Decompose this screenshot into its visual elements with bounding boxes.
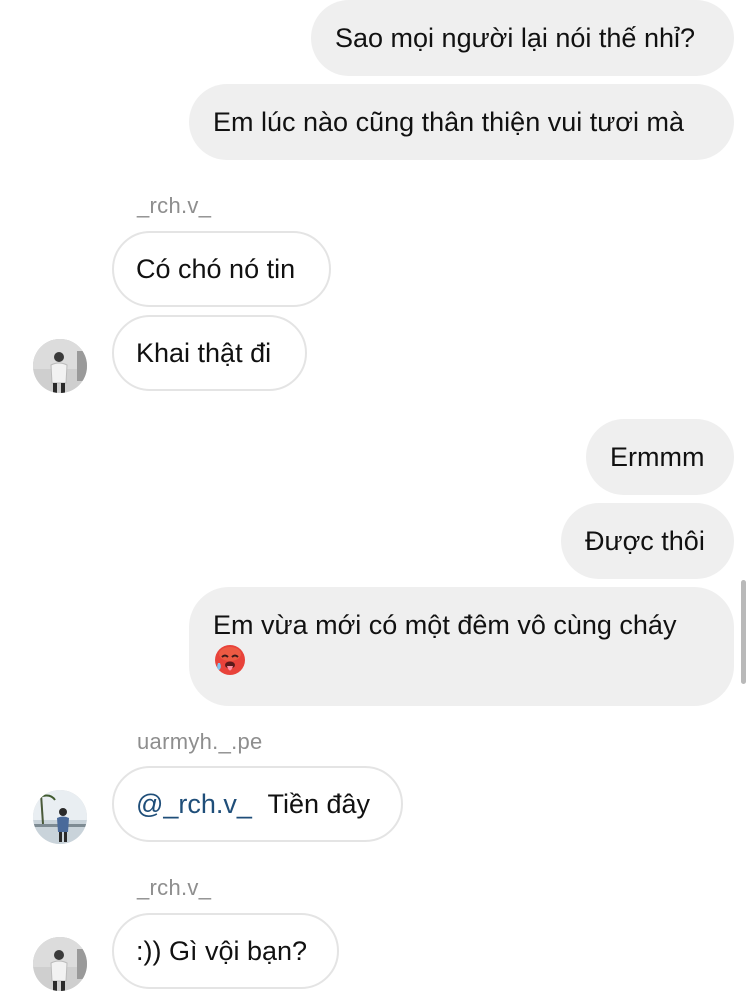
message-text: Tiền đây xyxy=(267,789,371,819)
message-bubble-incoming[interactable]: Khai thật đi xyxy=(112,315,307,391)
sender-name: _rch.v_ xyxy=(137,193,212,218)
message-bubble-incoming[interactable]: Có chó nó tin xyxy=(112,231,331,307)
message-bubble-outgoing[interactable]: Em vừa mới có một đêm vô cùng cháy xyxy=(189,587,734,706)
message-bubble-outgoing[interactable]: Được thôi xyxy=(561,503,734,579)
message-text: Khai thật đi xyxy=(136,338,272,368)
message-text: Được thôi xyxy=(585,526,705,556)
message-bubble-outgoing[interactable]: Sao mọi người lại nói thế nhỉ? xyxy=(311,0,734,76)
sender-name: uarmyh._.pe xyxy=(137,729,263,754)
avatar[interactable] xyxy=(33,937,87,991)
mention-link[interactable]: @_rch.v_ xyxy=(136,789,252,819)
user-avatar-icon xyxy=(33,339,87,393)
avatar[interactable] xyxy=(33,339,87,393)
message-text: Sao mọi người lại nói thế nhỉ? xyxy=(335,23,695,53)
message-text: Có chó nó tin xyxy=(136,254,296,284)
message-bubble-incoming[interactable]: @_rch.v_ Tiền đây xyxy=(112,766,403,842)
scrollbar-thumb[interactable] xyxy=(741,580,746,684)
message-text: Em vừa mới có một đêm vô cùng cháy xyxy=(213,610,677,640)
sender-name: _rch.v_ xyxy=(137,875,212,900)
message-bubble-outgoing[interactable]: Em lúc nào cũng thân thiện vui tươi mà xyxy=(189,84,734,160)
user-avatar-icon xyxy=(33,937,87,991)
message-text: :)) Gì vội bạn? xyxy=(136,936,308,966)
message-bubble-outgoing[interactable]: Ermmm xyxy=(586,419,734,495)
message-bubble-incoming[interactable]: :)) Gì vội bạn? xyxy=(112,913,339,989)
message-text: Ermmm xyxy=(610,442,705,472)
user-avatar-icon xyxy=(33,790,87,844)
hot-face-emoji-icon xyxy=(213,643,247,686)
message-text: Em lúc nào cũng thân thiện vui tươi mà xyxy=(213,107,685,137)
avatar[interactable] xyxy=(33,790,87,844)
